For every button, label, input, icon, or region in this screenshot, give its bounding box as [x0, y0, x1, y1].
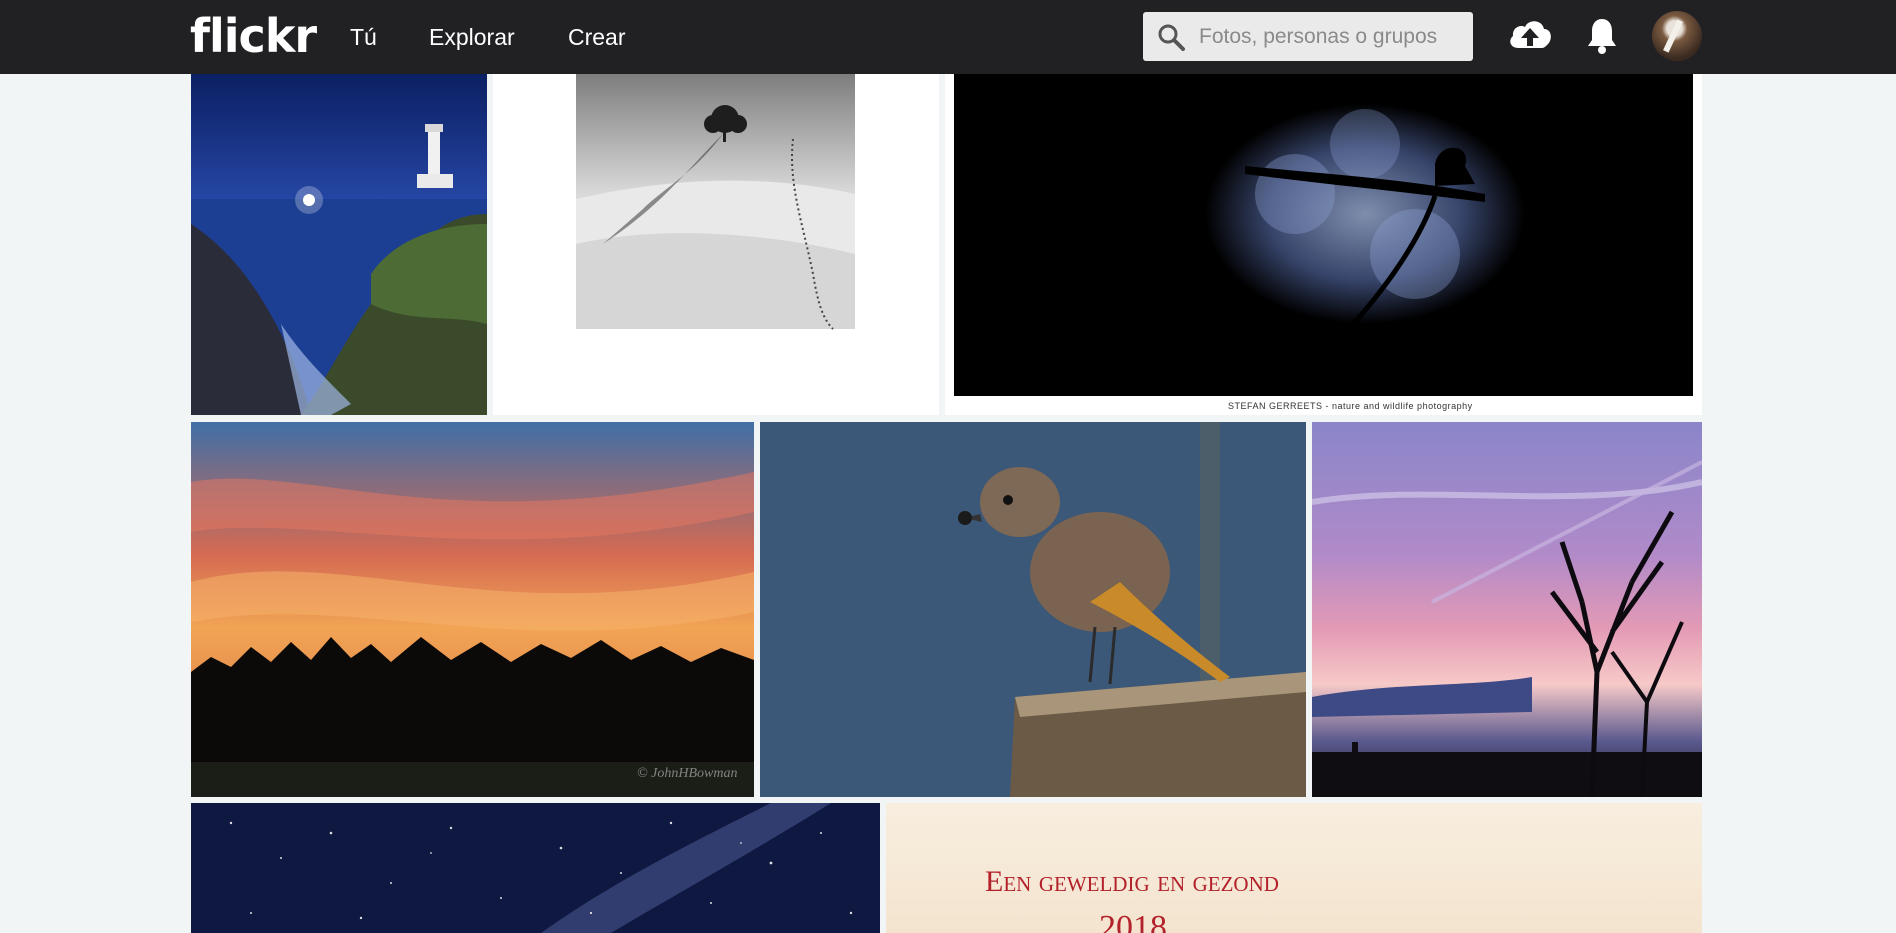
search-input[interactable] [1199, 12, 1459, 61]
flickr-logo[interactable]: flickr [190, 8, 317, 64]
photo-milky-way[interactable] [191, 803, 880, 933]
search-box[interactable] [1143, 12, 1473, 61]
photo-watermark: © JohnHBowman [637, 766, 738, 781]
top-nav-bar: flickr Tú Explorar Crear [0, 0, 1896, 74]
photo-snow-tree[interactable] [493, 74, 939, 415]
nav-crear[interactable]: Crear [568, 22, 626, 52]
photo-purple-sky[interactable] [1312, 422, 1702, 797]
photo-lighthouse[interactable] [191, 74, 487, 415]
notification-bell-icon[interactable] [1585, 16, 1619, 56]
nav-tu[interactable]: Tú [350, 22, 377, 52]
photo-bird-silhouette[interactable]: STEFAN GERREETS - nature and wildlife ph… [945, 74, 1702, 415]
photo-redstart-bird[interactable] [760, 422, 1306, 797]
photo-credit: STEFAN GERREETS - nature and wildlife ph… [1228, 401, 1473, 411]
photo-sunset-clouds[interactable]: © JohnHBowman [191, 422, 754, 797]
nav-explorar[interactable]: Explorar [429, 22, 515, 52]
search-icon [1158, 24, 1185, 51]
user-avatar[interactable] [1652, 11, 1702, 61]
photo-greeting-card[interactable]: Een geweldig en gezond 2018 [886, 803, 1702, 933]
upload-cloud-icon[interactable] [1506, 14, 1554, 54]
greeting-line-1: Een geweldig en gezond [985, 865, 1279, 898]
greeting-line-2: 2018 [1099, 909, 1167, 933]
